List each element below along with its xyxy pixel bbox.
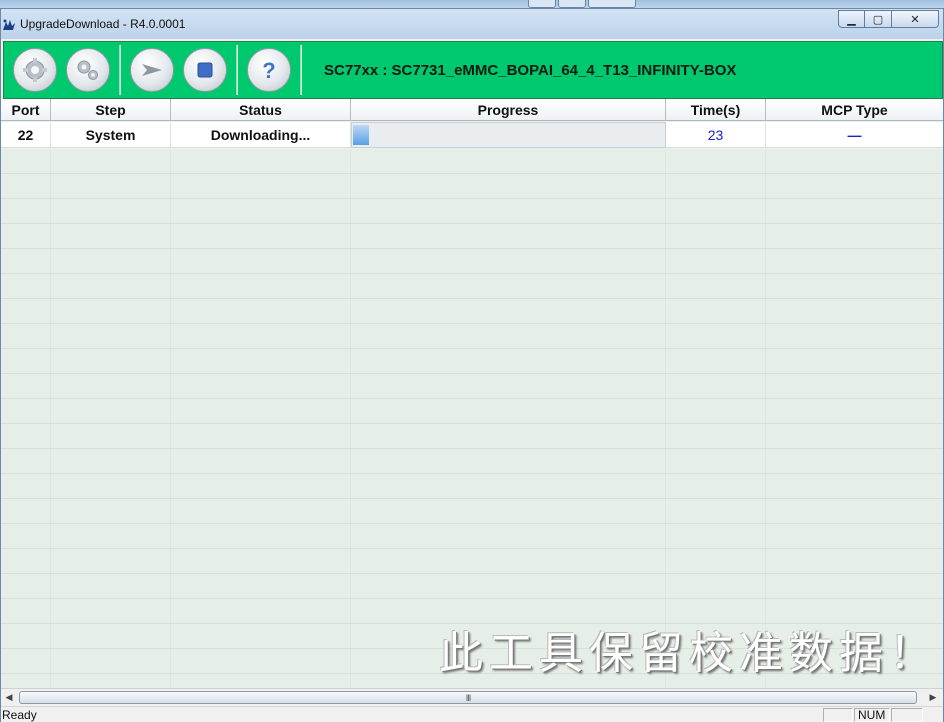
empty-grid-area	[1, 149, 943, 689]
background-close-button	[588, 0, 636, 8]
port-cell: 22	[1, 122, 51, 148]
status-bar: Ready NUM	[1, 706, 943, 722]
maximize-button[interactable]: ▢	[865, 10, 892, 28]
scroll-right-arrow-icon[interactable]: ▶	[925, 689, 941, 706]
scroll-left-arrow-icon[interactable]: ◀	[1, 689, 17, 706]
status-pane-empty	[891, 708, 923, 722]
column-header-port[interactable]: Port	[1, 99, 51, 121]
gear-icon	[23, 58, 47, 82]
mcp-type-cell: —	[847, 127, 862, 143]
close-icon: ✕	[910, 13, 920, 26]
window-title: UpgradeDownload - R4.0.0001	[20, 17, 186, 31]
watermark-text: 此工具保留校准数据！	[439, 628, 939, 679]
svg-text:?: ?	[262, 58, 275, 83]
load-packet-button[interactable]	[13, 48, 57, 92]
table-row[interactable]: 22 System Downloading... 23 —	[1, 122, 943, 148]
column-header-step[interactable]: Step	[51, 99, 171, 121]
status-text: Ready	[2, 708, 37, 722]
status-cell: Downloading...	[171, 122, 351, 148]
toolbar-separator	[236, 45, 238, 95]
start-download-button[interactable]	[130, 48, 174, 92]
progress-fill	[353, 125, 369, 145]
help-button[interactable]: ?	[247, 48, 291, 92]
column-header-mcp-type[interactable]: MCP Type	[766, 99, 943, 121]
stop-icon	[197, 62, 213, 78]
horizontal-scrollbar[interactable]: ◀ III ▶	[1, 688, 943, 706]
toolbar-separator	[119, 45, 121, 95]
progress-bar	[351, 122, 666, 148]
help-icon: ?	[262, 58, 275, 83]
background-minimize-button	[528, 0, 556, 8]
settings-gears-icon	[77, 60, 98, 80]
client-area: ? SC77xx : SC7731_eMMC_BOPAI_64_4_T13_IN…	[1, 39, 943, 722]
maximize-icon: ▢	[872, 13, 884, 26]
status-num-indicator: NUM	[854, 708, 890, 722]
settings-button[interactable]	[66, 48, 110, 92]
time-cell: 23	[666, 122, 766, 148]
background-window-controls	[528, 0, 636, 8]
title-bar[interactable]: UpgradeDownload - R4.0.0001 ▁ ▢ ✕	[1, 9, 943, 39]
toolbar-separator	[300, 45, 302, 95]
scroll-grip-icon: III	[465, 692, 471, 703]
minimize-button[interactable]: ▁	[838, 10, 865, 28]
toolbar: ? SC77xx : SC7731_eMMC_BOPAI_64_4_T13_IN…	[3, 41, 943, 99]
close-button[interactable]: ✕	[892, 10, 939, 28]
column-header-progress[interactable]: Progress	[351, 99, 666, 121]
column-header-status[interactable]: Status	[171, 99, 351, 121]
scroll-thumb[interactable]: III	[19, 691, 917, 704]
table-header: Port Step Status Progress Time(s) MCP Ty…	[1, 99, 943, 121]
column-header-time[interactable]: Time(s)	[666, 99, 766, 121]
main-window: UpgradeDownload - R4.0.0001 ▁ ▢ ✕ ? SC77…	[0, 8, 944, 722]
status-pane-empty	[823, 708, 853, 722]
model-label: SC77xx : SC7731_eMMC_BOPAI_64_4_T13_INFI…	[324, 61, 737, 79]
step-cell: System	[51, 122, 171, 148]
minimize-icon: ▁	[847, 13, 856, 26]
app-logo-icon	[3, 19, 15, 30]
window-controls: ▁ ▢ ✕	[838, 10, 939, 28]
stop-download-button[interactable]	[183, 48, 227, 92]
background-maximize-button	[558, 0, 586, 8]
start-arrow-icon	[142, 64, 162, 76]
